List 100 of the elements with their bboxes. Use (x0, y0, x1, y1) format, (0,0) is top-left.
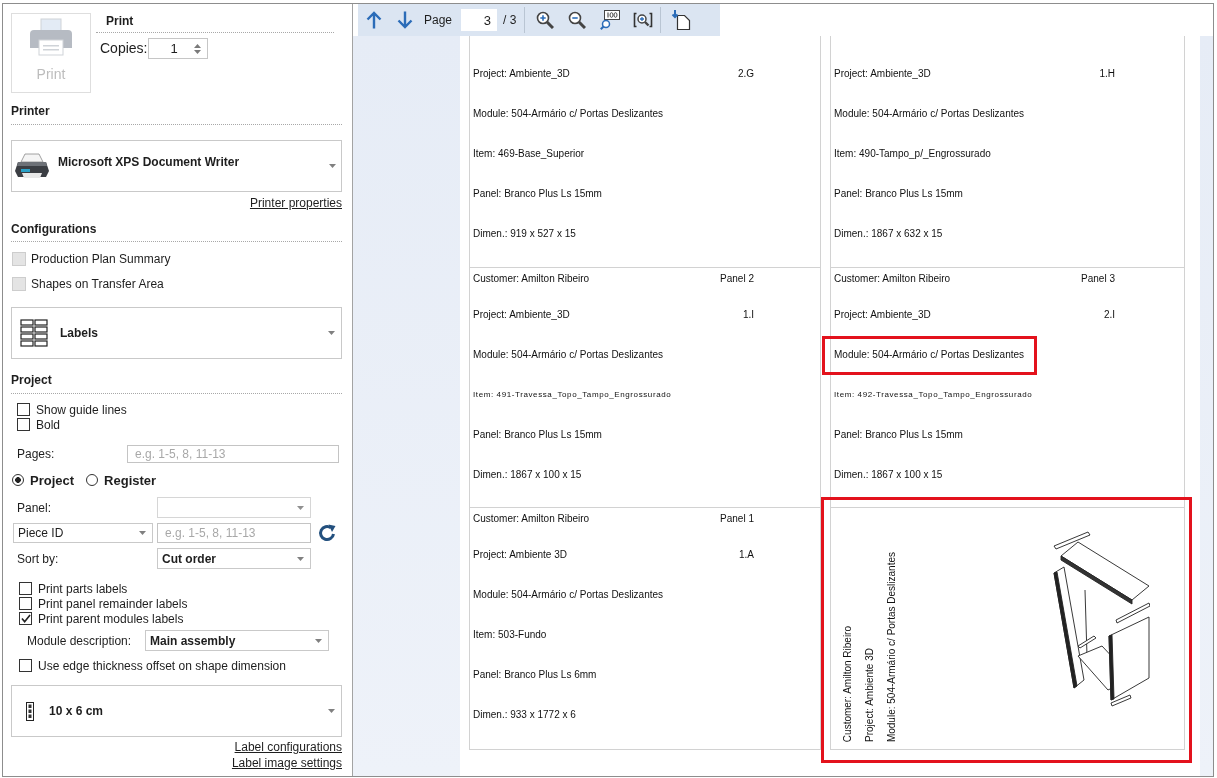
part-code: 2.I (1103, 308, 1115, 321)
section-title: Print (106, 14, 134, 29)
material-text: Panel: Branco Plus Ls 15mm (473, 428, 602, 441)
item-text: Item: 491-Travessa_Topo_Tampo_Engrossurado (473, 389, 672, 401)
item-text: Item: 503-Fundo (473, 628, 547, 641)
item-text: Item: 490-Tampo_p/_Engrossurado (834, 147, 991, 160)
page-count: / 3 (503, 13, 517, 27)
arrow-up-icon[interactable] (366, 11, 382, 29)
radio-button[interactable] (86, 474, 99, 486)
checkbox[interactable] (17, 418, 30, 431)
settings-link[interactable]: Label configurations (234, 740, 342, 755)
piece-id-field[interactable]: e.g. 1-5, 8, 11-13 (157, 523, 311, 543)
checkbox-label: Print panel remainder labels (38, 596, 188, 611)
material-text: Panel: Branco Plus Ls 15mm (473, 187, 602, 200)
label-size-dropdown[interactable]: 10 x 6 cm (11, 685, 342, 737)
checkbox[interactable] (19, 582, 32, 595)
actual-size-icon[interactable] (600, 10, 621, 30)
checkmark-icon (20, 614, 31, 623)
checkbox-label: Shapes on Transfer Area (31, 277, 164, 291)
radio-label: Register (104, 472, 157, 488)
caret-icon (297, 556, 304, 561)
part-code: 1.H (1099, 67, 1115, 80)
caret-icon (328, 331, 335, 335)
zoom-fit-icon[interactable] (633, 11, 654, 29)
checkbox[interactable] (17, 403, 30, 416)
project-text: Project: Ambiente_3D (473, 308, 570, 321)
material-text: Panel: Branco Plus Ls 15mm (834, 428, 963, 441)
panel-number: Panel 1 (720, 512, 754, 525)
checkbox-label: Show guide lines (36, 402, 127, 417)
zoom-in-icon[interactable] (536, 11, 555, 29)
caret-icon (329, 164, 336, 168)
customer-text: Customer: Amilton Ribeiro (834, 272, 951, 285)
module-text: Module: 504-Armário c/ Portas Deslizantes (834, 108, 1025, 119)
module-text: Module: 504-Armário c/ Portas Deslizantes (473, 349, 664, 360)
material-text: Panel: Branco Plus Ls 6mm (473, 668, 597, 681)
module-text: Module: 504-Armário c/ Portas Deslizantes (473, 108, 664, 119)
dimensions-text: Dimen.: 1867 x 100 x 15 (473, 468, 582, 481)
part-code: 1.A (739, 548, 754, 561)
sort-label: Sort by: (17, 551, 59, 566)
pages-label: Pages: (17, 447, 55, 461)
vertical-label-text: Module: 504-Armário c/ Portas Deslizantes (886, 551, 898, 742)
label-strip-icon (25, 701, 35, 721)
project-text: Project: Ambiente_3D (834, 67, 931, 80)
page-label: Page (424, 13, 453, 27)
sort-dropdown[interactable]: Cut order (157, 548, 311, 569)
section-title: Project (11, 373, 52, 388)
customer-text: Customer: Amilton Ribeiro (473, 272, 590, 285)
module-description-label: Module description: (27, 633, 132, 648)
piece-id-dropdown[interactable]: Piece ID (13, 523, 153, 543)
grid-icon (20, 319, 48, 347)
vertical-label-text: Project: Ambiente 3D (864, 648, 876, 742)
checkbox-label: Use edge thickness offset on shape dimension (38, 658, 286, 673)
checkbox-label: Print parent modules labels (38, 611, 184, 626)
caret-icon (297, 505, 304, 510)
page-arrow-icon[interactable] (671, 10, 692, 30)
caret-icon (328, 709, 335, 713)
checkbox[interactable] (19, 612, 32, 625)
module-description-dropdown[interactable]: Main assembly (145, 630, 329, 651)
radio-button[interactable] (12, 474, 24, 486)
checkbox-label: Bold (36, 417, 61, 432)
panel-label: Panel: (17, 500, 52, 515)
checkbox[interactable] (19, 597, 32, 610)
module-text: Module: 504-Armário c/ Portas Deslizantes (473, 589, 664, 600)
panel-number: Panel 2 (720, 272, 754, 285)
dimensions-text: Dimen.: 933 x 1772 x 6 (473, 708, 576, 721)
section-title: Configurations (11, 222, 97, 237)
project-text: Project: Ambiente 3D (473, 548, 567, 561)
copies-spinner[interactable]: 1 (148, 38, 209, 59)
printer-properties-link[interactable]: Printer properties (249, 196, 342, 211)
layout-dropdown[interactable]: Labels (11, 307, 342, 359)
dimensions-text: Dimen.: 919 x 527 x 15 (473, 227, 576, 240)
project-text: Project: Ambiente_3D (473, 67, 570, 80)
copies-label: Copies: (100, 40, 148, 57)
item-text: Item: 469-Base_Superior (473, 147, 585, 160)
project-text: Project: Ambiente_3D (834, 308, 931, 321)
pages-field[interactable]: e.g. 1-5, 8, 11-13 (127, 445, 339, 463)
part-code: 2.G (737, 67, 754, 80)
caret-icon (315, 638, 322, 643)
dimensions-text: Dimen.: 1867 x 100 x 15 (834, 468, 943, 481)
customer-text: Customer: Amilton Ribeiro (473, 512, 590, 525)
arrow-down-icon[interactable] (397, 11, 413, 29)
page-number-field[interactable]: 3 (461, 9, 498, 31)
module-text: Module: 504-Armário c/ Portas Deslizantes (834, 349, 1025, 360)
printer-dropdown[interactable]: Microsoft XPS Document Writer (11, 140, 342, 192)
part-code: 1.I (742, 308, 754, 321)
refresh-icon[interactable] (317, 523, 337, 543)
section-title: Printer (11, 104, 50, 119)
spin-arrows-icon[interactable] (194, 43, 202, 54)
printer-icon (15, 153, 49, 179)
radio-label: Project (30, 472, 75, 488)
checkbox-label: Production Plan Summary (31, 252, 171, 266)
checkbox[interactable] (19, 659, 32, 672)
item-text: Item: 492-Travessa_Topo_Tampo_Engrossurado (834, 389, 1033, 401)
settings-link[interactable]: Label image settings (231, 755, 342, 771)
zoom-out-icon[interactable] (568, 11, 587, 29)
vertical-label-text: Customer: Amilton Ribeiro (842, 625, 854, 742)
material-text: Panel: Branco Plus Ls 15mm (834, 187, 963, 200)
caret-icon (139, 531, 146, 535)
checkbox-label: Print parts labels (38, 581, 128, 596)
panel-number: Panel 3 (1081, 272, 1115, 285)
